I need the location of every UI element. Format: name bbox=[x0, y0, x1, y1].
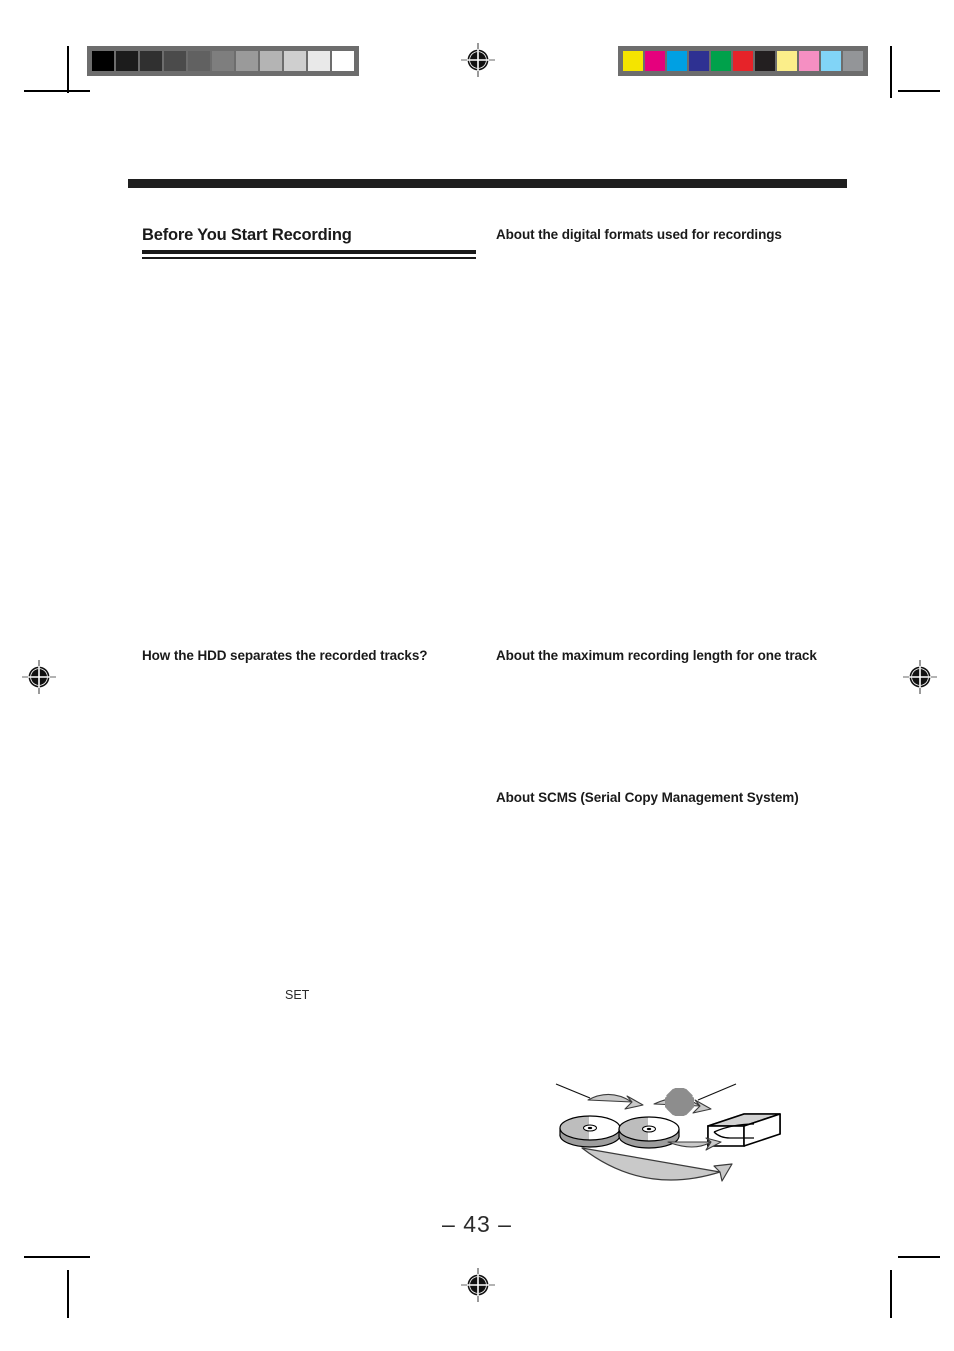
color-swatch-5 bbox=[733, 51, 753, 71]
subheading-about-scms-serial-copy-management-system: About SCMS (Serial Copy Management Syste… bbox=[496, 790, 799, 805]
grayscale-swatch-1 bbox=[116, 51, 138, 71]
color-swatch-7 bbox=[777, 51, 797, 71]
color-swatch-8 bbox=[799, 51, 819, 71]
subheading-how-the-hdd-separates-the-recorded-tracks: How the HDD separates the recorded track… bbox=[142, 648, 428, 663]
document-page: Before You Start Recording How the HDD s… bbox=[0, 0, 954, 1351]
grayscale-swatch-6 bbox=[236, 51, 258, 71]
page-number: – 43 – bbox=[442, 1211, 512, 1237]
blocked-copy-x-mark bbox=[665, 1088, 694, 1116]
crop-mark-bottom-left-vertical bbox=[67, 1270, 69, 1318]
copy-arrow-return bbox=[581, 1147, 733, 1182]
section-title-underline-thin bbox=[142, 257, 476, 259]
grayscale-swatch-2 bbox=[140, 51, 162, 71]
crop-mark-top-right-horizontal bbox=[898, 90, 940, 92]
crop-mark-top-right-vertical bbox=[890, 46, 892, 98]
figure-leader-line-left bbox=[555, 1083, 591, 1099]
grayscale-step-wedge bbox=[87, 46, 359, 76]
left-column-section-title: Before You Start Recording bbox=[142, 226, 482, 259]
figure-leader-line-right bbox=[697, 1083, 737, 1101]
color-swatch-3 bbox=[689, 51, 709, 71]
header-rule bbox=[128, 179, 847, 188]
registration-mark-left bbox=[22, 660, 56, 694]
disc-original bbox=[559, 1115, 621, 1148]
crop-mark-bottom-right-vertical bbox=[890, 1270, 892, 1318]
crop-mark-top-left-vertical bbox=[67, 46, 69, 93]
color-swatch-2 bbox=[667, 51, 687, 71]
grayscale-swatch-9 bbox=[308, 51, 330, 71]
color-swatch-10 bbox=[843, 51, 863, 71]
registration-mark-bottom bbox=[461, 1268, 495, 1302]
section-title-underline-thick bbox=[142, 250, 476, 254]
color-swatch-9 bbox=[821, 51, 841, 71]
grayscale-swatch-10 bbox=[332, 51, 354, 71]
grayscale-swatch-5 bbox=[212, 51, 234, 71]
crop-mark-bottom-right-horizontal bbox=[898, 1256, 940, 1258]
disc-first-generation-copy bbox=[618, 1116, 680, 1149]
right-column-subheading-scms: About SCMS (Serial Copy Management Syste… bbox=[496, 790, 852, 805]
copy-arrow-1 bbox=[587, 1093, 644, 1110]
crop-mark-bottom-left-horizontal bbox=[24, 1256, 90, 1258]
grayscale-swatch-3 bbox=[164, 51, 186, 71]
color-swatch-1 bbox=[645, 51, 665, 71]
subheading-about-the-maximum-recording-length-for-one-track: About the maximum recording length for o… bbox=[496, 648, 817, 663]
section-title-before-you-start-recording: Before You Start Recording bbox=[142, 226, 352, 244]
section-title-underline bbox=[142, 250, 476, 259]
scms-copy-generation-diagram bbox=[555, 1083, 781, 1182]
left-column-subheading-hdd-tracks: How the HDD separates the recorded track… bbox=[142, 648, 482, 663]
subheading-about-the-digital-formats-used-for-recordings: About the digital formats used for recor… bbox=[496, 227, 782, 242]
registration-mark-right bbox=[903, 660, 937, 694]
grayscale-swatch-8 bbox=[284, 51, 306, 71]
grayscale-swatch-4 bbox=[188, 51, 210, 71]
grayscale-swatch-0 bbox=[92, 51, 114, 71]
color-swatch-0 bbox=[623, 51, 643, 71]
registration-mark-top bbox=[461, 43, 495, 77]
process-color-bar bbox=[618, 46, 868, 76]
right-column-subheading-digital-formats: About the digital formats used for recor… bbox=[496, 227, 852, 242]
right-column-subheading-max-length: About the maximum recording length for o… bbox=[496, 648, 852, 663]
body-text-set: SET bbox=[285, 988, 310, 1002]
crop-mark-top-left-horizontal bbox=[24, 90, 90, 92]
color-swatch-4 bbox=[711, 51, 731, 71]
color-swatch-6 bbox=[755, 51, 775, 71]
grayscale-swatch-7 bbox=[260, 51, 282, 71]
left-column-set-label: SET bbox=[285, 988, 309, 1002]
